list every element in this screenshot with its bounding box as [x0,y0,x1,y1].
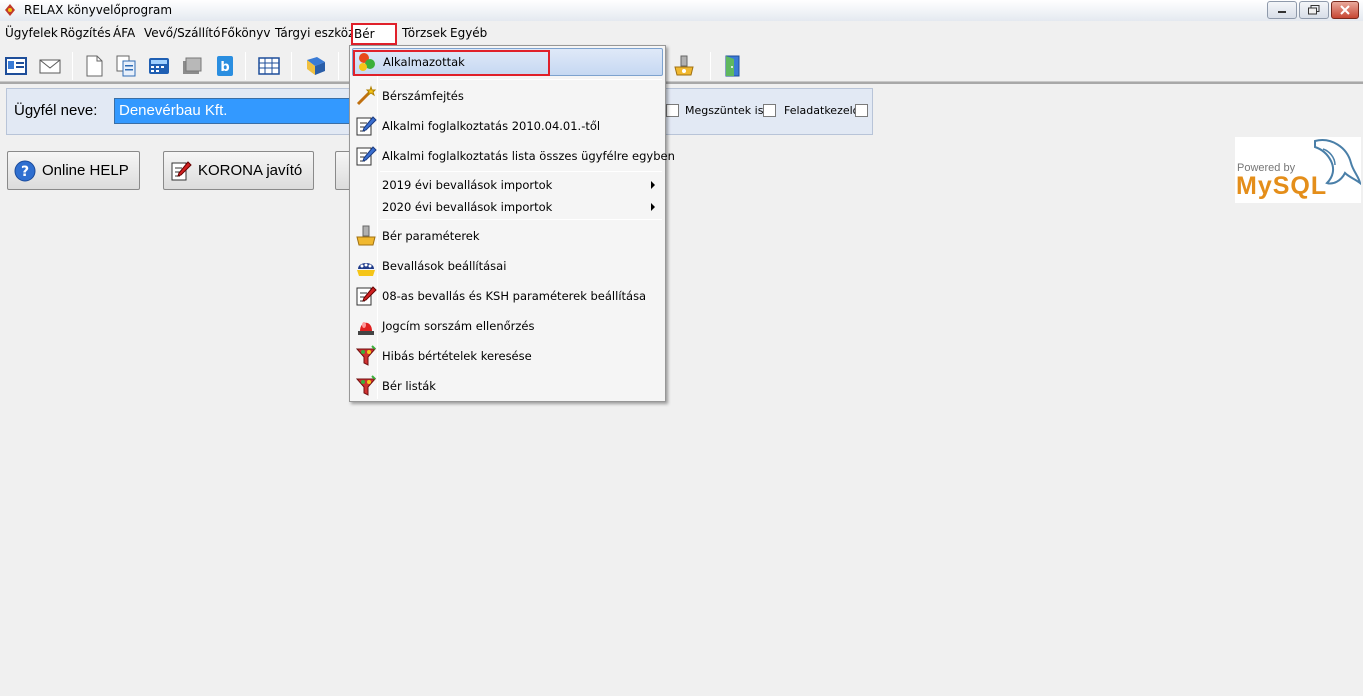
menu-item-ber-parameterek[interactable]: Bér paraméterek [352,223,663,249]
employees-icon [359,53,375,71]
menu-item-alkalmi-foglalkoztatas[interactable]: Alkalmi foglalkoztatás 2010.04.01.-től [352,113,663,139]
menu-rogzites[interactable]: Rögzítés [60,26,111,40]
menu-torzsek[interactable]: Törzsek [402,26,447,40]
menu-afa[interactable]: ÁFA [113,26,135,40]
restore-button[interactable] [1299,1,1329,19]
parameters-icon [356,225,376,246]
online-help-button[interactable]: ? Online HELP [7,151,140,190]
tax-return-settings-icon [357,263,375,276]
close-icon [1340,5,1350,15]
menu-targyi-eszkoz[interactable]: Tárgyi eszköz [275,26,354,40]
book-icon[interactable] [304,54,328,78]
close-button[interactable] [1331,1,1359,19]
exit-door-icon[interactable] [720,54,744,78]
feladatkezelo-checkbox[interactable] [855,104,868,117]
toolbar-divider [0,82,1363,84]
minimize-button[interactable] [1267,1,1297,19]
menu-bar: Ügyfelek Rögzítés ÁFA Vevő/Szállító Főkö… [0,22,1363,45]
minimize-icon [1278,11,1286,13]
feladatkezelo-label: Feladatkezelő [784,104,860,117]
alarm-light-icon [358,322,374,335]
menu-vevo-szallito[interactable]: Vevő/Szállító [144,26,220,40]
restore-icon [1308,5,1320,15]
ber-dropdown-menu: Alkalmazottak Bérszámfejtés Alkalmi fogl… [349,45,675,402]
edit-form-icon [171,160,192,180]
megszuntek-label: Megszüntek is [685,104,764,117]
submenu-arrow-icon [651,203,655,211]
submenu-arrow-icon [651,181,655,189]
app-icon [5,4,15,16]
menu-item-hibas-bertetelek[interactable]: Hibás bértételek keresése [352,343,663,369]
toolbar: b [0,46,1363,82]
svg-text:?: ? [21,164,29,180]
mysql-logo: Powered by MySQL [1235,137,1362,203]
calculator-icon[interactable] [147,54,171,78]
menu-item-2020-importok[interactable]: 2020 évi bevallások importok [352,196,663,218]
checkbox-a[interactable] [666,104,679,117]
menu-item-ber-listak[interactable]: Bér listák [352,373,663,399]
filter-icon [355,345,377,366]
menu-egyeb[interactable]: Egyéb [450,26,487,40]
menu-fokonyv[interactable]: Főkönyv [221,26,271,40]
folder-gray-icon[interactable] [180,54,204,78]
client-name-label: Ügyfél neve: [14,102,98,119]
menu-item-08-bevallas[interactable]: 08-as bevallás és KSH paraméterek beállí… [352,283,663,309]
server-gear-icon[interactable] [672,54,696,78]
menu-item-2019-importok[interactable]: 2019 évi bevallások importok [352,174,663,196]
help-icon: ? [14,160,36,181]
copy-documents-icon[interactable] [114,54,138,78]
korona-javito-label: KORONA javító [198,162,303,179]
edit-form-icon [356,146,377,166]
menu-ugyfelek[interactable]: Ügyfelek [5,26,58,40]
new-document-icon[interactable] [82,54,106,78]
b-document-icon[interactable]: b [213,54,237,78]
menu-item-jogcim-ellenorzes[interactable]: Jogcím sorszám ellenőrzés [352,313,663,339]
menu-item-alkalmi-lista[interactable]: Alkalmi foglalkoztatás lista összes ügyf… [352,143,675,169]
online-help-label: Online HELP [42,162,129,179]
menu-item-bevallasok-beallitasai[interactable]: Bevallások beállításai [352,253,663,279]
envelope-icon[interactable] [38,54,62,78]
edit-form-icon [356,286,377,306]
magic-wand-icon [356,85,377,106]
megszuntek-checkbox[interactable] [763,104,776,117]
edit-form-icon [356,116,377,136]
menu-item-alkalmazottak[interactable]: Alkalmazottak [352,48,663,76]
svg-text:b: b [220,60,229,75]
title-bar: RELAX könyvelőprogram [0,0,1363,21]
window-title: RELAX könyvelőprogram [24,3,173,17]
mysql-brand-text: MySQL [1236,172,1328,200]
filter-icon [355,375,377,396]
contact-card-icon[interactable] [4,54,28,78]
window-controls [1267,1,1359,19]
korona-javito-button[interactable]: KORONA javító [163,151,314,190]
menu-item-berszamfejtes[interactable]: Bérszámfejtés [352,83,663,109]
menu-ber[interactable]: Bér [351,23,397,45]
table-grid-icon[interactable] [257,54,281,78]
